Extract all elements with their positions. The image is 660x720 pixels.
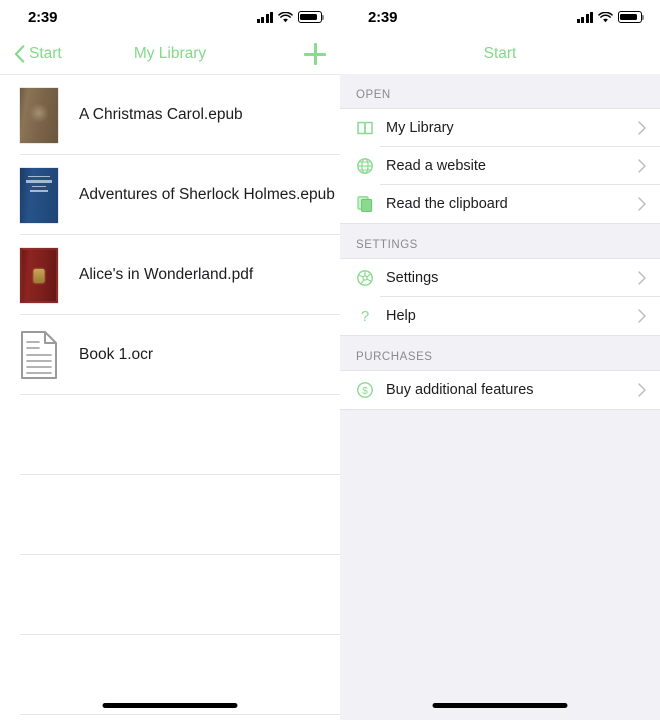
- book-cover-thumbnail: [20, 247, 58, 303]
- menu-item-help[interactable]: ? Help: [340, 297, 660, 335]
- cellular-signal-icon: [576, 11, 593, 23]
- list-item[interactable]: Alice's in Wonderland.pdf: [0, 235, 340, 315]
- section-header-purchases: PURCHASES: [340, 336, 660, 370]
- svg-text:?: ?: [361, 308, 369, 325]
- chevron-right-icon: [638, 121, 646, 135]
- section-purchases: $ Buy additional features: [340, 370, 660, 410]
- status-bar-right: 2:39: [340, 0, 660, 34]
- library-screen: 2:39 Start My Library A Christmas Carol.…: [0, 0, 340, 720]
- chevron-right-icon: [638, 309, 646, 323]
- document-icon: [21, 331, 57, 379]
- status-icon-group: [256, 11, 325, 23]
- chevron-right-icon: [638, 197, 646, 211]
- status-icon-group: [576, 11, 645, 23]
- gear-icon: [356, 269, 374, 287]
- chevron-right-icon: [638, 271, 646, 285]
- library-navbar: Start My Library: [0, 34, 340, 74]
- list-item[interactable]: Adventures of Sherlock Holmes.epub: [0, 155, 340, 235]
- wifi-icon: [278, 11, 293, 23]
- book-cover-thumbnail: [20, 167, 58, 223]
- back-button-label: Start: [29, 45, 62, 62]
- book-title: Alice's in Wonderland.pdf: [79, 266, 254, 283]
- book-title: Book 1.ocr: [79, 346, 154, 363]
- menu-item-read-the-clipboard[interactable]: Read the clipboard: [340, 185, 660, 223]
- menu-item-label: Read a website: [386, 158, 486, 174]
- section-header-settings: SETTINGS: [340, 224, 660, 258]
- open-book-icon: [356, 119, 374, 137]
- menu-item-label: Settings: [386, 270, 439, 286]
- list-item[interactable]: A Christmas Carol.epub: [0, 75, 340, 155]
- list-item-empty: [0, 475, 340, 555]
- menu-item-label: Help: [386, 308, 416, 324]
- question-mark-icon: ?: [356, 307, 374, 325]
- dual-screen-container: 2:39 Start My Library A Christmas Carol.…: [0, 0, 660, 720]
- battery-icon: [618, 11, 645, 23]
- chevron-right-icon: [638, 159, 646, 173]
- status-clock: 2:39: [368, 8, 398, 26]
- section-settings: Settings ? Help: [340, 258, 660, 336]
- clipboard-icon: [356, 195, 374, 213]
- home-indicator: [432, 703, 568, 708]
- status-bar-left: 2:39: [0, 0, 340, 34]
- menu-item-my-library[interactable]: My Library: [340, 109, 660, 147]
- add-book-button[interactable]: [304, 43, 326, 65]
- svg-text:$: $: [362, 386, 368, 397]
- menu-item-label: Buy additional features: [386, 382, 534, 398]
- empty-area: [340, 410, 660, 670]
- dollar-circle-icon: $: [356, 381, 374, 399]
- section-header-open: OPEN: [340, 74, 660, 108]
- book-list: A Christmas Carol.epub Adventures of She…: [0, 74, 340, 715]
- menu-item-settings[interactable]: Settings: [340, 259, 660, 297]
- menu-item-label: Read the clipboard: [386, 196, 508, 212]
- book-title: Adventures of Sherlock Holmes.epub: [79, 186, 335, 203]
- book-cover-thumbnail: [20, 87, 58, 143]
- start-navbar: Start: [340, 34, 660, 74]
- menu-item-read-a-website[interactable]: Read a website: [340, 147, 660, 185]
- battery-icon: [298, 11, 325, 23]
- globe-icon: [356, 157, 374, 175]
- cellular-signal-icon: [256, 11, 273, 23]
- list-item[interactable]: Book 1.ocr: [0, 315, 340, 395]
- section-open: My Library Read a website Read the clipb…: [340, 108, 660, 224]
- status-clock: 2:39: [28, 8, 58, 26]
- page-title: Start: [483, 45, 517, 62]
- menu-item-label: My Library: [386, 120, 454, 136]
- chevron-right-icon: [638, 383, 646, 397]
- home-indicator: [102, 703, 238, 708]
- book-title: A Christmas Carol.epub: [79, 106, 243, 123]
- list-item-empty: [0, 555, 340, 635]
- back-button[interactable]: Start: [14, 45, 62, 63]
- list-item-empty: [0, 395, 340, 475]
- wifi-icon: [598, 11, 613, 23]
- start-screen: 2:39 Start OPEN My Library Read a websit…: [340, 0, 660, 720]
- chevron-left-icon: [14, 45, 25, 63]
- menu-item-buy-additional-features[interactable]: $ Buy additional features: [340, 371, 660, 409]
